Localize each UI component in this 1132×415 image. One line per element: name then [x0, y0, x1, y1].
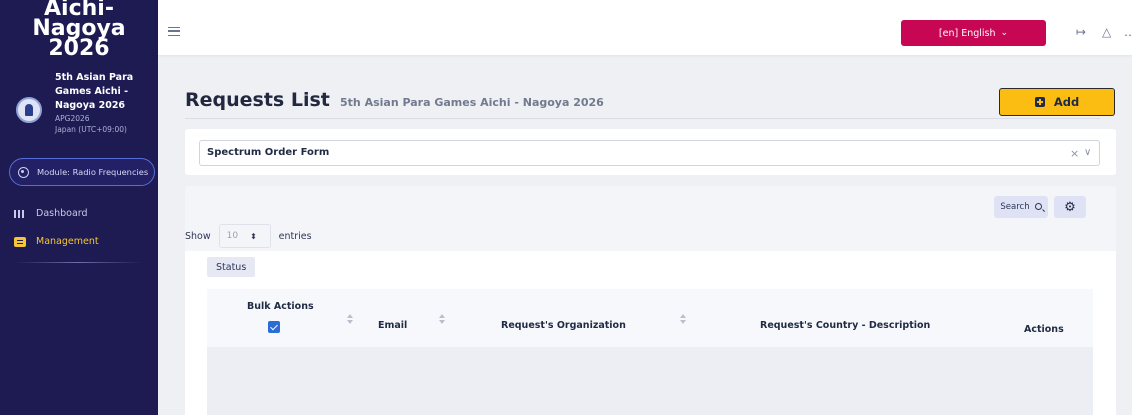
module-selector[interactable]: Module: Radio Frequencies — [9, 158, 155, 186]
sidebar-item-label: Management — [36, 236, 99, 247]
bell-icon[interactable]: △ — [1102, 26, 1111, 38]
clear-icon[interactable]: × — [1070, 147, 1079, 160]
table-panel: Status Bulk Actions Email Request's Orga… — [185, 251, 1116, 415]
chevron-down-icon[interactable]: ∨ — [1084, 147, 1091, 158]
column-country-description[interactable]: Request's Country - Description — [760, 320, 930, 331]
sort-icon[interactable] — [439, 314, 445, 324]
top-bar: [en] English ⌄ ↦ △ … — [158, 0, 1132, 55]
entries-label: entries — [278, 230, 312, 242]
module-label: Module: Radio Frequencies — [37, 167, 149, 177]
search-button[interactable]: Search — [994, 196, 1048, 218]
logout-icon[interactable]: ↦ — [1076, 26, 1086, 38]
status-label: Status — [216, 261, 247, 273]
plus-square-icon — [1034, 97, 1045, 107]
add-button-label: Add — [1053, 95, 1080, 109]
sidebar-divider — [14, 262, 142, 263]
sidebar-item-management[interactable]: Management — [14, 236, 99, 247]
menu-toggle-icon[interactable] — [168, 27, 180, 36]
form-type-value: Spectrum Order Form — [207, 147, 330, 158]
form-type-select[interactable]: Spectrum Order Form × ∨ — [199, 140, 1100, 166]
language-selector[interactable]: [en] English ⌄ — [901, 20, 1046, 46]
sort-icon[interactable] — [347, 314, 353, 324]
grid-icon — [14, 209, 24, 218]
status-filter-chip[interactable]: Status — [207, 257, 256, 277]
event-name-line-3: Nagoya 2026 — [55, 100, 126, 111]
column-actions: Actions — [1024, 324, 1064, 335]
search-icon — [1034, 202, 1042, 210]
search-label: Search — [1000, 202, 1030, 212]
sidebar-item-label: Dashboard — [36, 208, 88, 219]
event-card[interactable]: 5th Asian Para Games Aichi - Nagoya 2026… — [0, 56, 158, 151]
chevron-down-icon: ⌄ — [1000, 28, 1009, 38]
table-header: Bulk Actions Email Request's Organizatio… — [207, 289, 1093, 347]
page-title: Requests List — [185, 89, 330, 111]
main-content: Requests List 5th Asian Para Games Aichi… — [158, 55, 1132, 415]
column-email[interactable]: Email — [378, 320, 407, 331]
sort-arrows-icon: ⬍ — [250, 231, 257, 241]
table-card: Search ⚙ Show 10 ⬍ entries Status Bulk A… — [185, 186, 1116, 415]
page-header: Requests List 5th Asian Para Games Aichi… — [185, 87, 1100, 119]
entries-select[interactable]: 10 ⬍ — [218, 224, 271, 248]
add-button[interactable]: Add — [999, 88, 1115, 116]
sidebar: Aichi-Nagoya 2026 5th Asian Para Games A… — [0, 0, 158, 415]
entries-control: Show 10 ⬍ entries — [185, 224, 312, 248]
event-name-line-1: 5th Asian Para — [55, 72, 134, 83]
sidebar-item-dashboard[interactable]: Dashboard — [14, 208, 88, 219]
brand-line-1: Aichi-Nagoya — [32, 0, 126, 41]
entries-value: 10 — [226, 231, 239, 241]
show-label: Show — [185, 230, 211, 242]
gear-icon: ⚙ — [1064, 199, 1076, 215]
language-label: [en] English — [938, 27, 996, 39]
event-code: APG2026 — [55, 114, 90, 123]
table-body — [207, 347, 1093, 415]
event-name-line-2: Games Aichi - — [55, 86, 129, 97]
event-logo-icon — [16, 97, 42, 123]
column-bulk-actions: Bulk Actions — [247, 301, 314, 312]
id-card-icon — [14, 236, 26, 247]
settings-button[interactable]: ⚙ — [1054, 196, 1086, 218]
bulk-select-checkbox[interactable] — [268, 321, 280, 333]
column-organization[interactable]: Request's Organization — [501, 320, 626, 331]
page-subtitle: 5th Asian Para Games Aichi - Nagoya 2026 — [340, 96, 604, 109]
radio-module-icon — [18, 166, 29, 178]
brand-logo[interactable]: Aichi-Nagoya 2026 — [0, 0, 158, 60]
event-timezone: Japan (UTC+09:00) — [55, 125, 127, 134]
form-filter-card: Spectrum Order Form × ∨ — [185, 129, 1116, 175]
sort-icon[interactable] — [680, 314, 686, 324]
more-icon[interactable]: … — [1124, 26, 1132, 38]
